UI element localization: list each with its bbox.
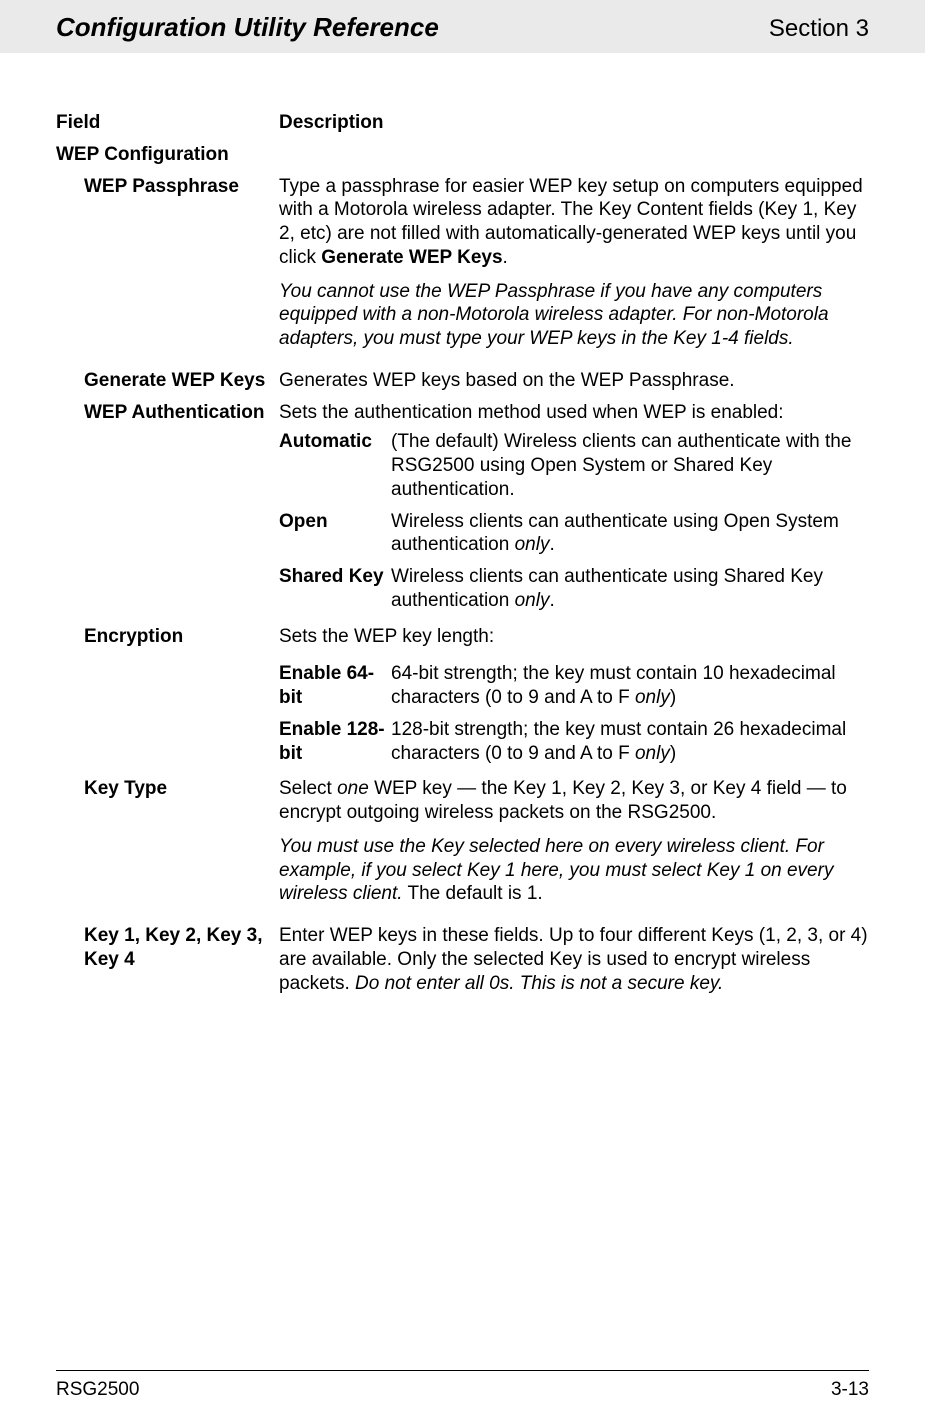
page-header: Configuration Utility Reference Section … [0,0,925,53]
row-wep-authentication: WEP Authentication Sets the authenticati… [56,397,869,621]
table-header-row: Field Description [56,107,869,139]
field-encryption: Encryption [56,621,279,774]
row-encryption: Encryption Sets the WEP key length: Enab… [56,621,869,774]
desc-wep-passphrase: Type a passphrase for easier WEP key set… [279,171,869,365]
opt-key-shared: Shared Key [279,561,391,617]
row-generate-wep-keys: Generate WEP Keys Generates WEP keys bas… [56,365,869,397]
desc-wep-authentication: Sets the authentication method used when… [279,397,869,621]
col-header-field: Field [56,107,279,139]
opt-desc-automatic: (The default) Wireless clients can authe… [391,426,869,505]
page-container: Configuration Utility Reference Section … [0,0,925,1425]
field-key-1234: Key 1, Key 2, Key 3, Key 4 [56,920,279,999]
section-title-wep: WEP Configuration [56,139,869,171]
opt-key-automatic: Automatic [279,426,391,505]
field-wep-passphrase: WEP Passphrase [56,171,279,365]
row-wep-passphrase: WEP Passphrase Type a passphrase for eas… [56,171,869,365]
opt-desc-open: Wireless clients can authenticate using … [391,506,869,562]
field-key-type: Key Type [56,773,279,920]
page-footer: RSG2500 3-13 [56,1370,869,1401]
header-title-left: Configuration Utility Reference [56,12,439,43]
opt-desc-128bit: 128-bit strength; the key must contain 2… [391,714,869,770]
row-key-type: Key Type Select one WEP key — the Key 1,… [56,773,869,920]
encryption-options-table: Enable 64-bit 64-bit strength; the key m… [279,658,869,769]
wep-auth-options-table: Automatic (The default) Wireless clients… [279,426,869,616]
opt-key-128bit: Enable 128-bit [279,714,391,770]
desc-encryption: Sets the WEP key length: Enable 64-bit 6… [279,621,869,774]
opt-row-128bit: Enable 128-bit 128-bit strength; the key… [279,714,869,770]
col-header-description: Description [279,107,869,139]
opt-key-64bit: Enable 64-bit [279,658,391,714]
footer-left: RSG2500 [56,1379,139,1401]
field-wep-authentication: WEP Authentication [56,397,279,621]
opt-key-open: Open [279,506,391,562]
opt-row-shared: Shared Key Wireless clients can authenti… [279,561,869,617]
opt-row-64bit: Enable 64-bit 64-bit strength; the key m… [279,658,869,714]
header-title-right: Section 3 [769,15,869,43]
footer-right: 3-13 [831,1379,869,1401]
field-description-table: Field Description WEP Configuration WEP … [56,107,869,999]
opt-row-automatic: Automatic (The default) Wireless clients… [279,426,869,505]
opt-desc-shared: Wireless clients can authenticate using … [391,561,869,617]
desc-key-type: Select one WEP key — the Key 1, Key 2, K… [279,773,869,920]
content-body: Field Description WEP Configuration WEP … [56,53,869,999]
desc-generate-wep-keys: Generates WEP keys based on the WEP Pass… [279,365,869,397]
desc-key-1234: Enter WEP keys in these fields. Up to fo… [279,920,869,999]
opt-row-open: Open Wireless clients can authenticate u… [279,506,869,562]
row-key-1234: Key 1, Key 2, Key 3, Key 4 Enter WEP key… [56,920,869,999]
field-generate-wep-keys: Generate WEP Keys [56,365,279,397]
section-row: WEP Configuration [56,139,869,171]
opt-desc-64bit: 64-bit strength; the key must contain 10… [391,658,869,714]
